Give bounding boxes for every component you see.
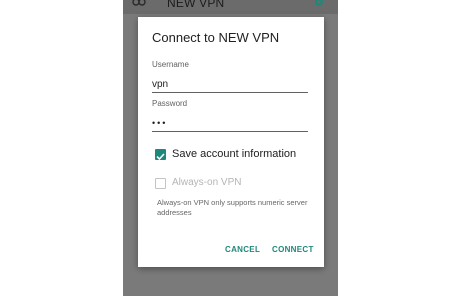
always-on-hint: Always-on VPN only supports numeric serv… [157,198,308,217]
save-account-label: Save account information [172,148,297,160]
always-on-checkbox [155,178,166,189]
save-account-checkbox[interactable] [155,149,166,161]
dialog-title: Connect to NEW VPN [152,30,280,45]
app-bar: NEW VPN [123,0,338,14]
username-input[interactable] [152,76,308,93]
cancel-button[interactable]: CANCEL [225,245,260,254]
password-label: Password [152,99,188,108]
vpn-key-icon [132,0,146,6]
gear-icon[interactable] [313,0,325,8]
connect-dialog: Connect to NEW VPN Username Password Sav… [138,17,324,267]
checkmark-icon [156,153,165,161]
phone-screen: NEW VPN Connect to NEW VPN Username Pass… [123,0,338,296]
app-bar-title: NEW VPN [167,0,225,10]
username-label: Username [152,60,189,69]
password-input[interactable] [152,115,308,132]
always-on-label: Always-on VPN [172,177,242,188]
connect-button[interactable]: CONNECT [272,245,314,254]
